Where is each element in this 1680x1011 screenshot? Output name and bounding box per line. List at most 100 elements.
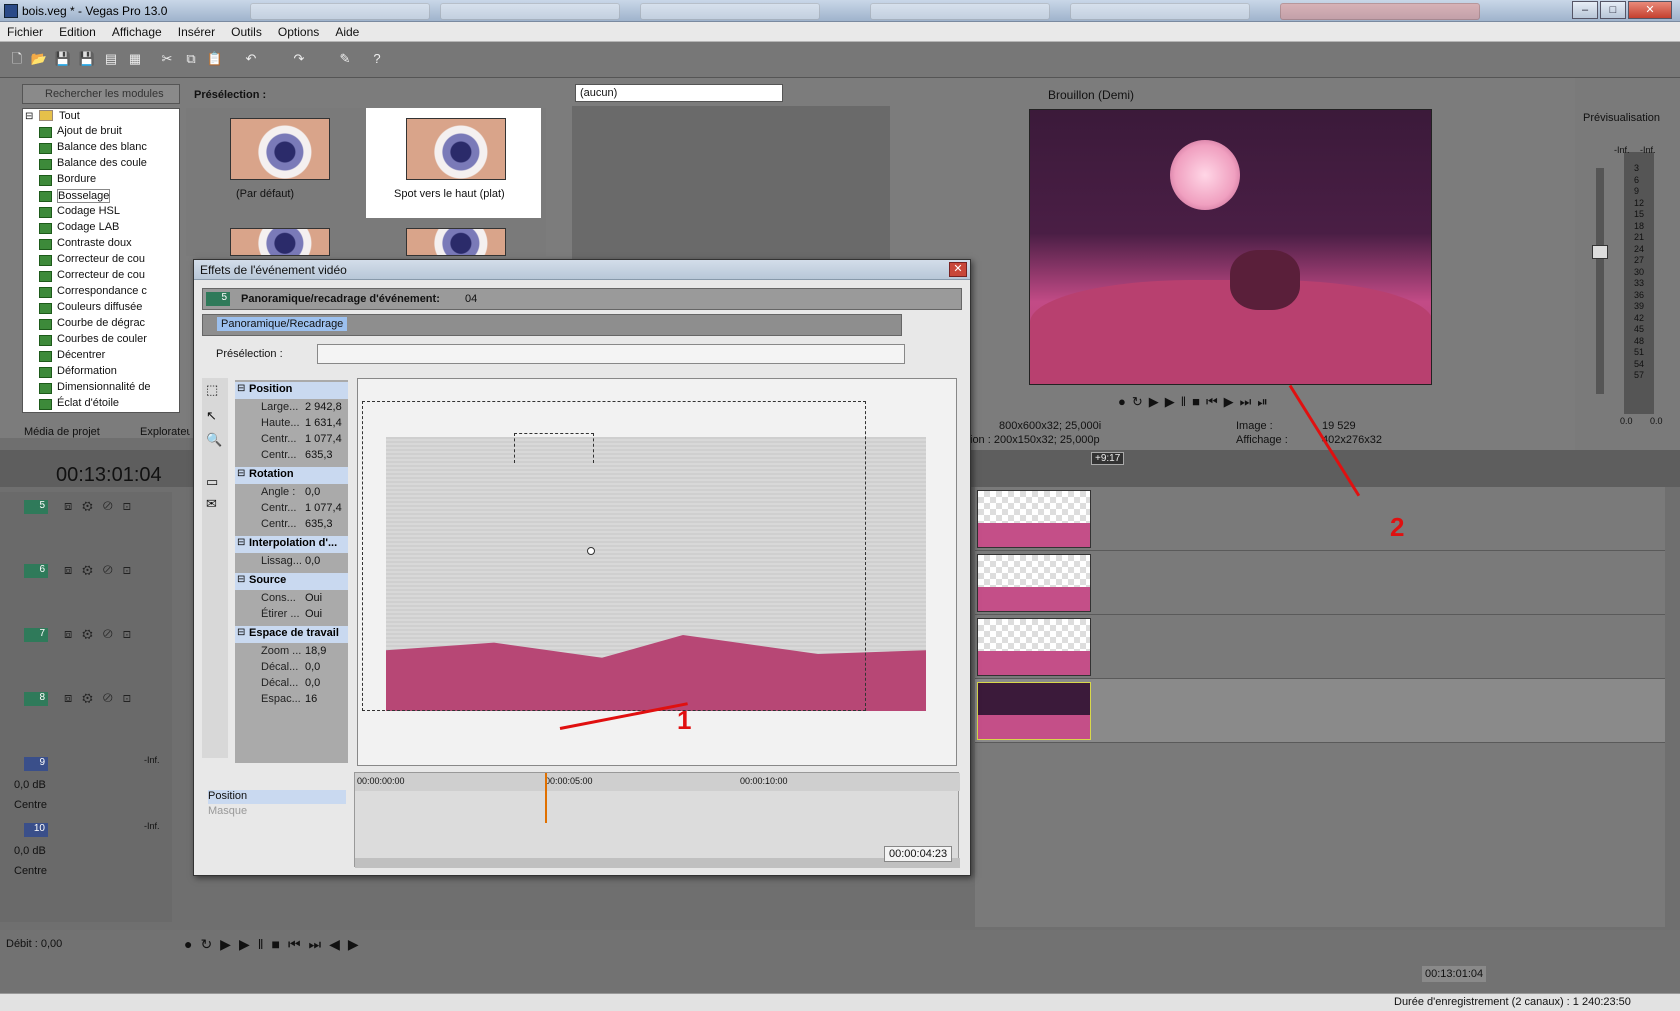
- minimize-button[interactable]: –: [1572, 1, 1598, 19]
- track-controls[interactable]: ⧈⚙⊘⊡: [64, 498, 141, 514]
- kf-track-position[interactable]: Position: [208, 790, 346, 804]
- menu-aide[interactable]: Aide: [328, 22, 365, 39]
- dialog-preset-dropdown[interactable]: [317, 344, 905, 364]
- prop-row[interactable]: Décal... 0,0: [235, 676, 348, 693]
- tab-media-projet[interactable]: Média de projet: [24, 426, 100, 438]
- prop-row[interactable]: Zoom ... 18,9: [235, 644, 348, 661]
- plugin-item[interactable]: Bordure: [57, 173, 96, 185]
- menu-inserer[interactable]: Insérer: [171, 22, 221, 39]
- prop-row[interactable]: Étirer ... Oui: [235, 607, 348, 624]
- audio-track-number[interactable]: 9: [24, 757, 48, 771]
- prop-group[interactable]: Source: [235, 573, 348, 590]
- copy-icon[interactable]: ⧉: [182, 50, 200, 68]
- transport-controls[interactable]: ●↻▶▶‖■⏮⏭◀▶: [184, 936, 367, 953]
- crop-frame[interactable]: [362, 401, 866, 711]
- prop-value[interactable]: 0,0: [305, 677, 320, 689]
- prop-value[interactable]: 16: [305, 693, 317, 705]
- plugin-item[interactable]: Ajout de bruit: [57, 125, 122, 137]
- plugin-item[interactable]: Balance des blanc: [57, 141, 147, 153]
- maximize-button[interactable]: □: [1600, 1, 1626, 19]
- preview-transport[interactable]: ●↻▶▶‖■⏮▶⏭⏯: [1118, 394, 1274, 410]
- preset-thumbnail[interactable]: [230, 118, 330, 180]
- close-window-button[interactable]: ✕: [1628, 1, 1672, 19]
- plugin-item[interactable]: Courbe de dégrac: [57, 317, 145, 329]
- render-icon[interactable]: ▤: [102, 50, 120, 68]
- master-fader-track[interactable]: [1596, 168, 1604, 394]
- prop-row[interactable]: Décal... 0,0: [235, 660, 348, 677]
- prop-value[interactable]: 1 077,4: [305, 433, 342, 445]
- fit-icon[interactable]: ▭: [206, 474, 218, 490]
- track-number[interactable]: 6: [24, 564, 48, 578]
- save-as-icon[interactable]: 💾: [78, 50, 96, 68]
- tree-root[interactable]: Tout: [59, 110, 80, 122]
- video-clip-selected[interactable]: [977, 682, 1091, 740]
- prop-row[interactable]: Cons... Oui: [235, 591, 348, 608]
- dialog-close-button[interactable]: ✕: [949, 262, 967, 277]
- taskbar-tab[interactable]: [440, 3, 620, 20]
- help-icon[interactable]: ?: [368, 50, 386, 68]
- plugin-item[interactable]: Décentrer: [57, 349, 105, 361]
- prop-row[interactable]: Centr... 1 077,4: [235, 501, 348, 518]
- prop-group[interactable]: Rotation: [235, 467, 348, 484]
- track-controls[interactable]: ⧈⚙⊘⊡: [64, 626, 141, 642]
- plugin-item[interactable]: Correspondance c: [57, 285, 147, 297]
- taskbar-tab[interactable]: [250, 3, 430, 20]
- plugin-item[interactable]: Bosselage: [57, 189, 111, 203]
- preset-thumbnail[interactable]: [230, 228, 330, 256]
- prop-row[interactable]: Centr... 1 077,4: [235, 432, 348, 449]
- taskbar-tab[interactable]: [640, 3, 820, 20]
- prop-value[interactable]: 2 942,8: [305, 401, 342, 413]
- kf-cursor[interactable]: [545, 773, 547, 823]
- save-icon[interactable]: 💾: [54, 50, 72, 68]
- prop-value[interactable]: Oui: [305, 608, 322, 620]
- track-number[interactable]: 7: [24, 628, 48, 642]
- kf-track-mask[interactable]: Masque: [208, 805, 247, 817]
- plugin-item[interactable]: Contraste doux: [57, 237, 132, 249]
- open-icon[interactable]: 📂: [30, 50, 48, 68]
- edit-tool-icon[interactable]: ↖: [206, 408, 217, 424]
- undo-icon[interactable]: ↶: [242, 50, 260, 68]
- plugin-item[interactable]: Codage LAB: [57, 221, 119, 233]
- trimmer-dropdown[interactable]: (aucun): [575, 84, 783, 102]
- plugin-item[interactable]: Codage HSL: [57, 205, 120, 217]
- video-clip[interactable]: [977, 490, 1091, 548]
- preset-thumbnail[interactable]: [406, 228, 506, 256]
- menu-edition[interactable]: Edition: [52, 22, 102, 39]
- chain-item[interactable]: Panoramique/Recadrage: [217, 317, 348, 331]
- track-controls[interactable]: ⧈⚙⊘⊡: [64, 562, 141, 578]
- plugin-item[interactable]: Courbes de couler: [57, 333, 147, 345]
- prop-row[interactable]: Haute... 1 631,4: [235, 416, 348, 433]
- prop-value[interactable]: 18,9: [305, 645, 326, 657]
- prop-value[interactable]: 635,3: [305, 449, 333, 461]
- audio-track-number[interactable]: 10: [24, 823, 48, 837]
- plugin-item[interactable]: Correcteur de cou: [57, 269, 145, 281]
- menu-affichage[interactable]: Affichage: [105, 22, 168, 39]
- menu-outils[interactable]: Outils: [224, 22, 268, 39]
- eyedropper-icon[interactable]: ✎: [336, 50, 354, 68]
- plugin-item[interactable]: Correcteur de cou: [57, 253, 145, 265]
- new-icon[interactable]: 🗋: [8, 50, 26, 68]
- prop-row[interactable]: Large... 2 942,8: [235, 400, 348, 417]
- select-tool-icon[interactable]: ⬚: [206, 382, 218, 398]
- taskbar-tab-active[interactable]: [1280, 3, 1480, 20]
- center-handle[interactable]: [587, 547, 595, 555]
- preset-thumbnail[interactable]: [406, 118, 506, 180]
- menu-options[interactable]: Options: [271, 22, 325, 39]
- collapse-icon[interactable]: ⊟: [25, 111, 33, 122]
- master-fader[interactable]: [1592, 245, 1608, 259]
- menu-fichier[interactable]: Fichier: [0, 22, 49, 39]
- plugin-search-input[interactable]: Rechercher les modules: [22, 84, 180, 104]
- track-number[interactable]: 8: [24, 692, 48, 706]
- video-clip[interactable]: [977, 618, 1091, 676]
- track-number[interactable]: 5: [24, 500, 48, 514]
- prop-group[interactable]: Interpolation d'...: [235, 536, 348, 553]
- prop-row[interactable]: Espac... 16: [235, 692, 348, 709]
- prop-value[interactable]: 1 077,4: [305, 502, 342, 514]
- prop-row[interactable]: Centr... 635,3: [235, 517, 348, 534]
- prop-value[interactable]: 635,3: [305, 518, 333, 530]
- plugin-item[interactable]: Déformation: [57, 365, 117, 377]
- prop-value[interactable]: Oui: [305, 592, 322, 604]
- track-controls[interactable]: ⧈⚙⊘⊡: [64, 690, 141, 706]
- plugin-item[interactable]: Couleurs diffusée: [57, 301, 142, 313]
- prop-value[interactable]: 0,0: [305, 661, 320, 673]
